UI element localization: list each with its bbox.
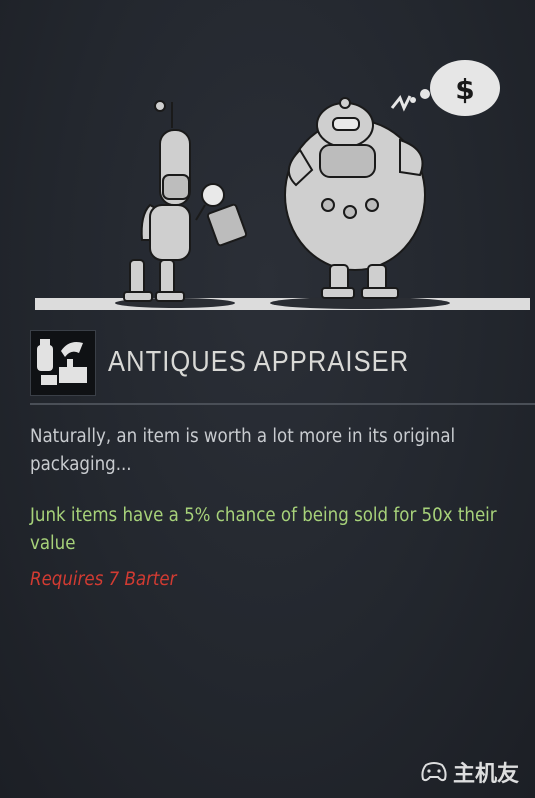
header-divider bbox=[30, 403, 535, 405]
appraiser-robot bbox=[123, 100, 248, 302]
perk-illustration: $ bbox=[35, 60, 530, 310]
perk-requirement: Requires 7 Barter bbox=[30, 569, 177, 590]
perk-effect: Junk items have a 5% chance of being sol… bbox=[30, 505, 497, 554]
dollar-sign: $ bbox=[455, 73, 474, 106]
perk-header: ANTIQUES APPRAISER bbox=[30, 330, 510, 396]
perk-icon bbox=[30, 330, 96, 396]
antiques-icon bbox=[37, 339, 87, 385]
customer-robot bbox=[284, 97, 426, 299]
perk-description: Naturally, an item is worth a lot more i… bbox=[30, 426, 456, 475]
gamepad-icon bbox=[421, 762, 447, 782]
watermark: 主机友 bbox=[421, 756, 519, 788]
watermark-text: 主机友 bbox=[452, 762, 519, 787]
perk-title: ANTIQUES APPRAISER bbox=[108, 346, 410, 378]
thought-bubble: $ bbox=[390, 60, 500, 116]
